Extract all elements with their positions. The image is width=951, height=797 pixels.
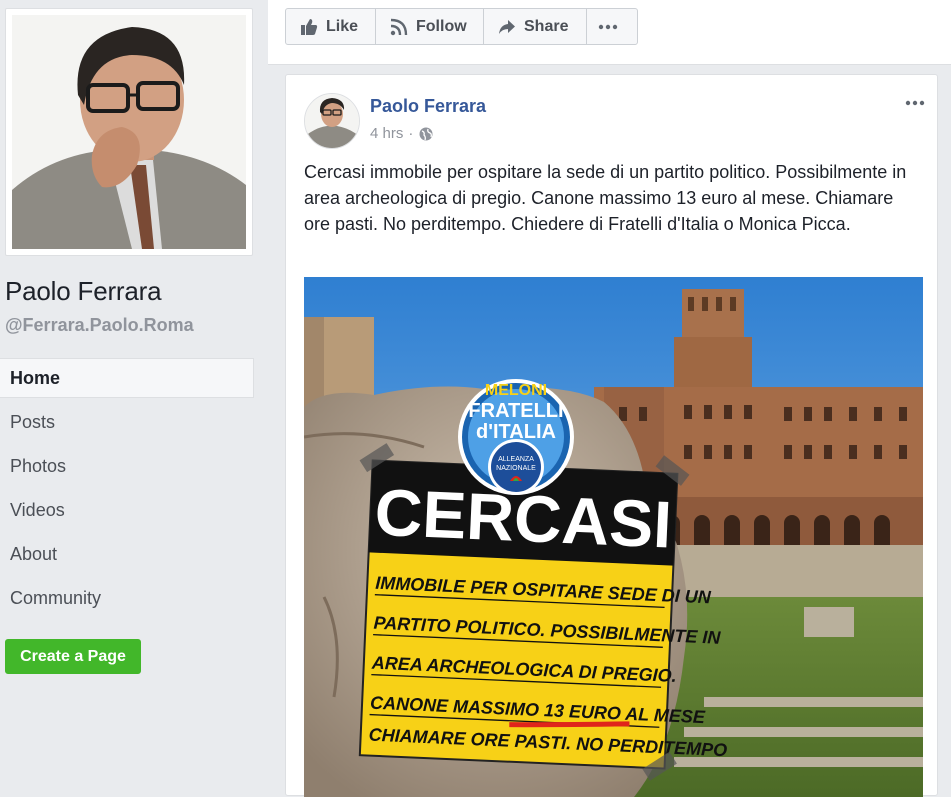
post-card: Paolo Ferrara 4 hrs · Cercasi immobile p… (285, 74, 938, 797)
share-arrow-icon (499, 19, 515, 34)
post-timestamp[interactable]: 4 hrs (370, 125, 403, 142)
action-button-group: Like Follow Share (285, 8, 638, 45)
like-button[interactable]: Like (286, 9, 376, 44)
share-label: Share (524, 17, 569, 35)
logo-fratelli: FRATELLI (468, 400, 563, 422)
post-options-button[interactable] (905, 93, 925, 111)
globe-icon[interactable] (419, 127, 433, 141)
create-page-button[interactable]: Create a Page (5, 639, 141, 674)
fratelli-ditalia-logo: MELONI FRATELLI d'ITALIA ALLEANZA NAZION… (458, 379, 574, 495)
nav-item-about[interactable]: About (0, 534, 254, 578)
post-photo[interactable]: CERCASI IMMOBILE PER OSPITARE SEDE DI UN… (304, 277, 923, 797)
post-author-avatar[interactable] (304, 93, 360, 149)
logo-alleanza: ALLEANZA (498, 456, 534, 463)
post-text: Cercasi immobile per ospitare la sede di… (304, 162, 907, 234)
page-nav: Home Posts Photos Videos About Community (0, 358, 254, 622)
post-author-name[interactable]: Paolo Ferrara (370, 96, 486, 117)
page-name[interactable]: Paolo Ferrara (5, 276, 162, 307)
rss-follow-icon (390, 18, 408, 35)
ellipsis-icon (905, 100, 925, 106)
page-action-bar: Like Follow Share (268, 0, 951, 65)
more-options-button[interactable] (587, 9, 637, 44)
like-label: Like (326, 17, 359, 35)
ellipsis-icon (598, 24, 618, 29)
nav-item-posts[interactable]: Posts (0, 402, 254, 446)
thumbs-up-icon (301, 18, 318, 35)
meta-separator: · (408, 125, 414, 142)
logo-nazionale: NAZIONALE (496, 465, 536, 472)
profile-picture-frame[interactable] (5, 8, 253, 256)
left-sidebar: Paolo Ferrara @Ferrara.Paolo.Roma Home P… (0, 0, 268, 774)
nav-item-community[interactable]: Community (0, 578, 254, 622)
nav-item-photos[interactable]: Photos (0, 446, 254, 490)
page-handle[interactable]: @Ferrara.Paolo.Roma (5, 315, 194, 336)
nav-item-home[interactable]: Home (0, 358, 254, 398)
follow-label: Follow (416, 17, 467, 35)
share-button[interactable]: Share (484, 9, 587, 44)
post-meta: 4 hrs · (370, 125, 433, 142)
nav-item-videos[interactable]: Videos (0, 490, 254, 534)
profile-photo[interactable] (12, 15, 246, 249)
follow-button[interactable]: Follow (376, 9, 484, 44)
logo-meloni: MELONI (485, 382, 547, 399)
